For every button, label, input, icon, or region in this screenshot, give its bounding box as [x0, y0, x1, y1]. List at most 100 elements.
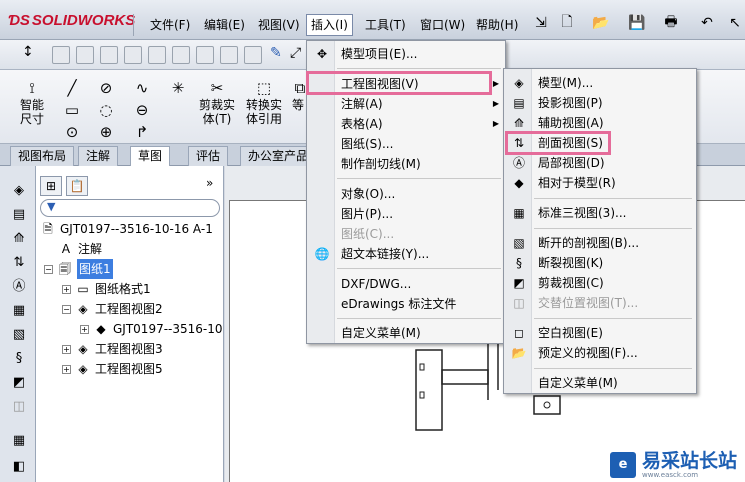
menu-window[interactable]: 窗口(W): [416, 14, 469, 36]
pin-icon[interactable]: ⇲: [530, 13, 552, 33]
submenu-broken-out-section[interactable]: ▧ 断开的剖视图(B)...: [504, 233, 696, 253]
auxiliary-view-icon[interactable]: ⟰: [10, 230, 28, 248]
insert-object[interactable]: 对象(O)...: [307, 184, 505, 204]
submenu-customize-menu[interactable]: 自定义菜单(M): [504, 373, 696, 393]
tree-item-drawing-view5[interactable]: + ◈ 工程图视图5: [62, 359, 163, 379]
tab-sketch[interactable]: 草图: [130, 146, 171, 166]
layer-icon[interactable]: ◧: [10, 458, 28, 476]
standard-3-view-icon[interactable]: ▦: [10, 302, 28, 320]
tab-annotation[interactable]: 注解: [78, 146, 119, 166]
submenu-relative-to-model[interactable]: ◆ 相对于模型(R): [504, 173, 696, 193]
table-icon[interactable]: ▦: [10, 432, 28, 450]
insert-dxf-dwg[interactable]: DXF/DWG...: [307, 274, 505, 294]
tree-item-sheet1[interactable]: − 🗐 图纸1: [44, 259, 113, 279]
tab-view-layout[interactable]: 视图布局: [10, 146, 75, 166]
line-icon[interactable]: ╱: [62, 78, 82, 98]
view-cube-icon[interactable]: [76, 46, 94, 64]
insert-picture[interactable]: 图片(P)...: [307, 204, 505, 224]
view-cube-icon[interactable]: [196, 46, 214, 64]
trim-entities-button[interactable]: ✂ 剪裁实体(T): [196, 78, 238, 126]
relative-view-icon: ◆: [514, 176, 524, 190]
expand-icon[interactable]: +: [62, 364, 71, 374]
arc-icon[interactable]: ◌: [96, 100, 116, 120]
save-icon[interactable]: 💾: [626, 13, 648, 33]
select-arrow-icon[interactable]: ↖: [724, 13, 745, 33]
menu-tools[interactable]: 工具(T): [361, 14, 410, 36]
pencil-icon[interactable]: ✎: [270, 45, 282, 61]
submenu-model-view[interactable]: ◈ 模型(M)...: [504, 73, 696, 93]
view-cube-icon[interactable]: [244, 46, 262, 64]
spline-icon[interactable]: ∿: [132, 78, 152, 98]
tree-item-drawing-view2[interactable]: − ◈ 工程图视图2: [62, 299, 163, 319]
offset-entities-button[interactable]: ⧉ 等: [290, 78, 306, 112]
view-cube-icon[interactable]: [148, 46, 166, 64]
dimension-tool-icon[interactable]: ◈: [10, 182, 28, 200]
tree-root[interactable]: 🗎 GJT0197--3516-10-16 A-1: [40, 219, 213, 239]
crop-view-icon[interactable]: ◩: [10, 374, 28, 392]
expand-icon[interactable]: +: [62, 344, 71, 354]
submenu-break-view[interactable]: § 断裂视图(K): [504, 253, 696, 273]
circle-icon[interactable]: ⊘: [96, 78, 116, 98]
feature-manager-tab[interactable]: ⊞: [40, 176, 62, 196]
rectangle-icon[interactable]: ▭: [62, 100, 82, 120]
view-cube-icon[interactable]: [172, 46, 190, 64]
tree-filter-input[interactable]: ▼: [40, 199, 220, 217]
broken-out-section-icon[interactable]: ▧: [10, 326, 28, 344]
fillet-icon[interactable]: ↱: [132, 122, 152, 142]
submenu-standard-3-view[interactable]: ▦ 标准三视图(3)...: [504, 203, 696, 223]
insert-sheet[interactable]: 图纸(S)...: [307, 134, 505, 154]
ellipse-icon[interactable]: ⊖: [132, 100, 152, 120]
property-manager-tab[interactable]: 📋: [66, 176, 88, 196]
menu-help[interactable]: 帮助(H): [472, 14, 522, 36]
tree-item-sheet-format[interactable]: + ▭ 图纸格式1: [62, 279, 151, 299]
break-view-icon[interactable]: §: [10, 350, 28, 368]
submenu-projected-view[interactable]: ▤ 投影视图(P): [504, 93, 696, 113]
detail-view-icon[interactable]: Ⓐ: [10, 278, 28, 296]
expand-panel-icon[interactable]: »: [206, 176, 213, 190]
tree-item-drawing-view3[interactable]: + ◈ 工程图视图3: [62, 339, 163, 359]
tree-item-part[interactable]: + ◆ GJT0197--3516-10: [80, 319, 224, 339]
anchor-icon[interactable]: ↕: [22, 44, 34, 60]
slot-icon[interactable]: ⊙: [62, 122, 82, 142]
menu-view[interactable]: 视图(V): [254, 14, 304, 36]
submenu-auxiliary-view[interactable]: ⟰ 辅助视图(A): [504, 113, 696, 133]
submenu-predefined-view[interactable]: 📂 预定义的视图(F)...: [504, 343, 696, 363]
solidworks-logo[interactable]: ƊS SOLIDWORKS: [8, 10, 135, 30]
tab-office-products[interactable]: 办公室产品: [240, 146, 317, 166]
insert-edrawings-markup[interactable]: eDrawings 标注文件: [307, 294, 505, 314]
menu-file[interactable]: 文件(F): [146, 14, 194, 36]
view-cube-icon[interactable]: [52, 46, 70, 64]
insert-customize-menu[interactable]: 自定义菜单(M): [307, 323, 505, 343]
insert-annotations[interactable]: 注解(A) ▶: [307, 94, 505, 114]
menu-insert[interactable]: 插入(I): [306, 14, 353, 36]
insert-model-items[interactable]: ✥ 模型项目(E)...: [307, 44, 505, 64]
point-icon[interactable]: ✳: [168, 78, 188, 98]
new-document-icon[interactable]: 🗋: [556, 13, 578, 33]
collapse-icon[interactable]: −: [44, 264, 53, 274]
tree-item-annotations[interactable]: Ａ 注解: [58, 239, 102, 259]
view-cube-icon[interactable]: [220, 46, 238, 64]
expand-icon[interactable]: +: [62, 284, 71, 294]
submenu-empty-view[interactable]: ◻ 空白视图(E): [504, 323, 696, 343]
tab-evaluate[interactable]: 评估: [188, 146, 229, 166]
view-cube-icon[interactable]: [124, 46, 142, 64]
print-icon[interactable]: 🖶: [660, 13, 682, 33]
smart-dimension-button[interactable]: ⟟ 智能尺寸: [10, 78, 54, 126]
insert-hyperlink[interactable]: 🌐 超文本链接(Y)...: [307, 244, 505, 264]
view-cube-icon[interactable]: [100, 46, 118, 64]
expand-icon[interactable]: +: [80, 324, 89, 334]
insert-tables[interactable]: 表格(A) ▶: [307, 114, 505, 134]
submenu-crop-view[interactable]: ◩ 剪裁视图(C): [504, 273, 696, 293]
collapse-icon[interactable]: −: [62, 304, 71, 314]
orientation-icon[interactable]: ⤢: [290, 45, 301, 61]
submenu-detail-view[interactable]: Ⓐ 局部视图(D): [504, 153, 696, 173]
projected-view-icon[interactable]: ▤: [10, 206, 28, 224]
insert-section-line[interactable]: 制作剖切线(M): [307, 154, 505, 174]
undo-icon[interactable]: ↶: [696, 13, 718, 33]
alternate-position-icon[interactable]: ◫: [10, 398, 28, 416]
polygon-icon[interactable]: ⊕: [96, 122, 116, 142]
section-view-icon[interactable]: ⇅: [10, 254, 28, 272]
convert-entities-button[interactable]: ⬚ 转换实体引用: [243, 78, 285, 126]
menu-edit[interactable]: 编辑(E): [200, 14, 249, 36]
open-folder-icon[interactable]: 📂: [590, 13, 612, 33]
